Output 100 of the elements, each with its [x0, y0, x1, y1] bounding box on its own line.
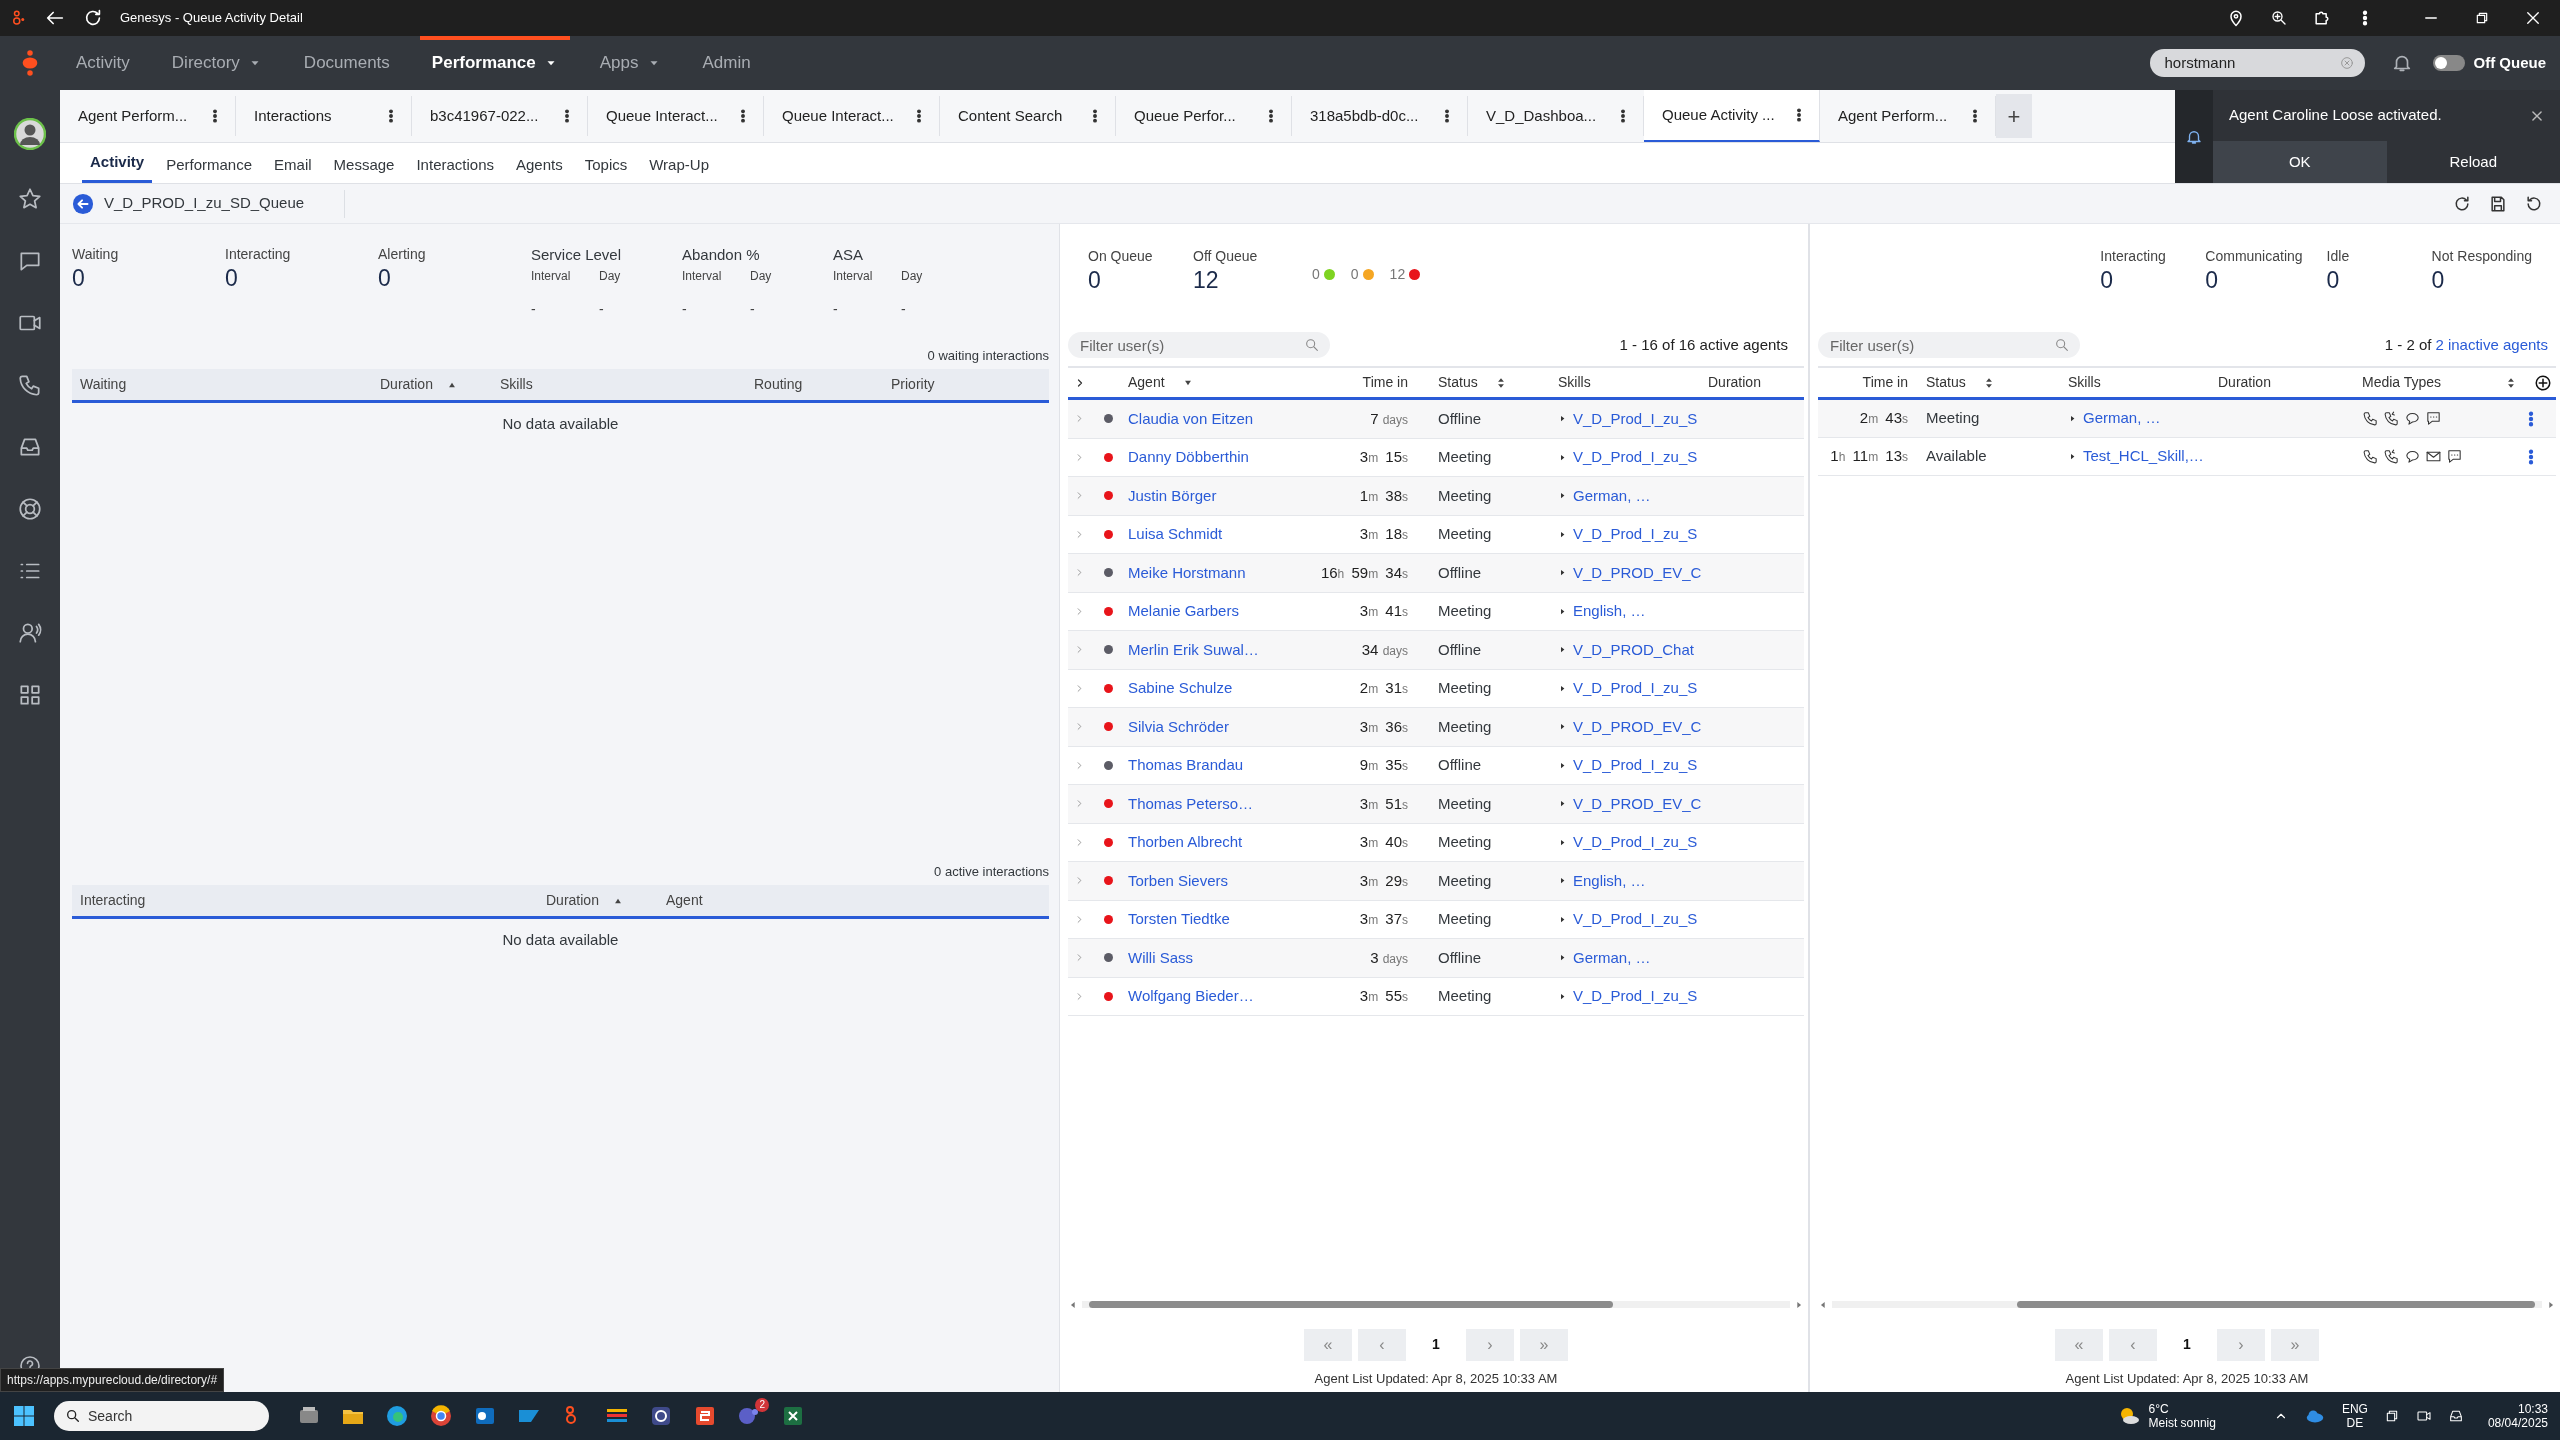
column-header[interactable]: Agent: [658, 890, 958, 911]
browser-icon[interactable]: [385, 1404, 409, 1428]
app-tile-icon[interactable]: [649, 1404, 673, 1428]
column-header[interactable]: Skills: [2060, 372, 2210, 393]
skills-link[interactable]: V_D_Prod_I_zu_S: [1573, 985, 1698, 1008]
caret-icon[interactable]: [1558, 491, 1567, 501]
start-icon[interactable]: [12, 1404, 36, 1428]
skills-link[interactable]: German, …: [1573, 484, 1651, 507]
column-header[interactable]: Duration: [2210, 372, 2354, 393]
column-header[interactable]: Time in: [1303, 372, 1408, 393]
subtab[interactable]: Wrap-Up: [641, 153, 717, 183]
tab[interactable]: Content Search: [940, 96, 1116, 136]
tab[interactable]: Queue Activity ...: [1644, 90, 1820, 142]
skills-link[interactable]: V_D_PROD_EV_C: [1573, 715, 1702, 738]
column-header[interactable]: Status: [1918, 372, 2060, 393]
close-icon[interactable]: [2530, 108, 2544, 123]
directory-search-box[interactable]: horstmann: [2150, 49, 2366, 77]
agent-link[interactable]: Melanie Garbers: [1128, 600, 1303, 623]
search-icon[interactable]: [2054, 337, 2070, 353]
phone-icon[interactable]: [17, 372, 43, 398]
agent-link[interactable]: Justin Börger: [1128, 484, 1303, 507]
lifebuoy-icon[interactable]: [17, 496, 43, 522]
skills-link[interactable]: V_D_PROD_EV_C: [1573, 792, 1702, 815]
skills-link[interactable]: English, …: [1573, 600, 1646, 623]
tab[interactable]: b3c41967-022...: [412, 96, 588, 136]
first-page-button[interactable]: «: [1304, 1328, 1352, 1361]
caret-icon[interactable]: [1558, 837, 1567, 847]
next-page-button[interactable]: ›: [1466, 1328, 1514, 1361]
skills-link[interactable]: V_D_Prod_I_zu_S: [1573, 908, 1698, 931]
caret-icon[interactable]: [1558, 683, 1567, 693]
caret-icon[interactable]: [1558, 606, 1567, 616]
agent-link[interactable]: Silvia Schröder: [1128, 715, 1303, 738]
agent-link[interactable]: Danny Döbberthin: [1128, 446, 1303, 469]
skills-link[interactable]: English, …: [1573, 869, 1646, 892]
caret-icon[interactable]: [1558, 414, 1567, 424]
close-icon[interactable]: [2524, 9, 2542, 27]
filter-field[interactable]: Filter user(s): [1818, 332, 2080, 358]
search-icon[interactable]: [1304, 337, 1320, 353]
filter-field[interactable]: Filter user(s): [1068, 332, 1330, 358]
agent-link[interactable]: Meike Horstmann: [1128, 561, 1303, 584]
skills-link[interactable]: V_D_Prod_I_zu_S: [1573, 831, 1698, 854]
horizontal-scrollbar[interactable]: [1832, 1301, 2542, 1308]
column-header[interactable]: Duration: [538, 890, 658, 911]
caret-icon[interactable]: [1558, 914, 1567, 924]
caret-icon[interactable]: [1558, 568, 1567, 578]
caret-icon[interactable]: [1558, 991, 1567, 1001]
skills-link[interactable]: V_D_Prod_I_zu_S: [1573, 523, 1698, 546]
caret-icon[interactable]: [1558, 452, 1567, 462]
last-page-button[interactable]: »: [1520, 1328, 1568, 1361]
subtab[interactable]: Performance: [158, 153, 261, 183]
taskbar-search-field[interactable]: Search: [54, 1401, 269, 1431]
page-number[interactable]: 1: [1412, 1328, 1460, 1361]
page-number[interactable]: 1: [2163, 1328, 2211, 1361]
subtab[interactable]: Interactions: [408, 153, 502, 183]
tab[interactable]: 318a5bdb-d0c...: [1292, 96, 1468, 136]
agent-link[interactable]: Wolfgang Bieder…: [1128, 985, 1303, 1008]
column-header[interactable]: Skills: [1558, 372, 1708, 393]
agent-link[interactable]: Merlin Erik Suwal…: [1128, 638, 1303, 661]
headset-person-icon[interactable]: [17, 620, 43, 646]
caret-icon[interactable]: [1558, 529, 1567, 539]
agent-link[interactable]: Thorben Albrecht: [1128, 831, 1303, 854]
column-header[interactable]: Waiting: [72, 374, 372, 395]
skills-link[interactable]: V_D_Prod_I_zu_S: [1573, 446, 1698, 469]
column-header[interactable]: Duration: [372, 374, 492, 395]
column-header[interactable]: Agent: [1128, 372, 1303, 393]
avatar[interactable]: [14, 118, 46, 150]
nav-item[interactable]: Activity: [64, 36, 142, 90]
language-indicator[interactable]: ENG DE: [2341, 1401, 2368, 1431]
previous-page-button[interactable]: ‹: [2109, 1328, 2157, 1361]
browser-icon[interactable]: [429, 1404, 453, 1428]
column-header[interactable]: Duration: [1708, 372, 1804, 393]
agent-link[interactable]: Willi Sass: [1128, 946, 1303, 969]
subtab[interactable]: Email: [266, 153, 320, 183]
subtab[interactable]: Message: [325, 153, 403, 183]
tab[interactable]: Queue Perfor...: [1116, 96, 1292, 136]
last-page-button[interactable]: »: [2271, 1328, 2319, 1361]
subtab[interactable]: Topics: [576, 153, 636, 183]
skills-link[interactable]: V_D_PROD_Chat: [1573, 638, 1694, 661]
skills-link[interactable]: German, …: [1573, 946, 1651, 969]
caret-icon[interactable]: [2068, 414, 2077, 423]
agent-link[interactable]: Torben Sievers: [1128, 869, 1303, 892]
agent-link[interactable]: Thomas Peterso…: [1128, 792, 1303, 815]
skills-link[interactable]: German, …: [2083, 407, 2161, 430]
agent-link[interactable]: Sabine Schulze: [1128, 677, 1303, 700]
subtab[interactable]: Agents: [508, 153, 571, 183]
column-header[interactable]: Interacting: [72, 890, 538, 911]
app-tile-icon[interactable]: [693, 1404, 717, 1428]
caret-icon[interactable]: [1558, 799, 1567, 809]
zoom-icon[interactable]: [2270, 9, 2288, 27]
nav-item[interactable]: Apps: [587, 36, 673, 90]
skills-link[interactable]: V_D_Prod_I_zu_S: [1573, 677, 1698, 700]
column-header[interactable]: Time in: [1818, 372, 1918, 393]
column-header[interactable]: Routing: [746, 374, 883, 395]
tab[interactable]: Queue Interact...: [588, 96, 764, 136]
column-header[interactable]: Priority: [883, 374, 1043, 395]
skills-link[interactable]: Test_HCL_Skill,…: [2083, 445, 2204, 468]
horizontal-scrollbar[interactable]: [1082, 1301, 1790, 1308]
queue-toggle[interactable]: [2433, 55, 2466, 71]
caret-icon[interactable]: [1558, 645, 1567, 655]
column-header[interactable]: Media Types: [2354, 372, 2504, 393]
